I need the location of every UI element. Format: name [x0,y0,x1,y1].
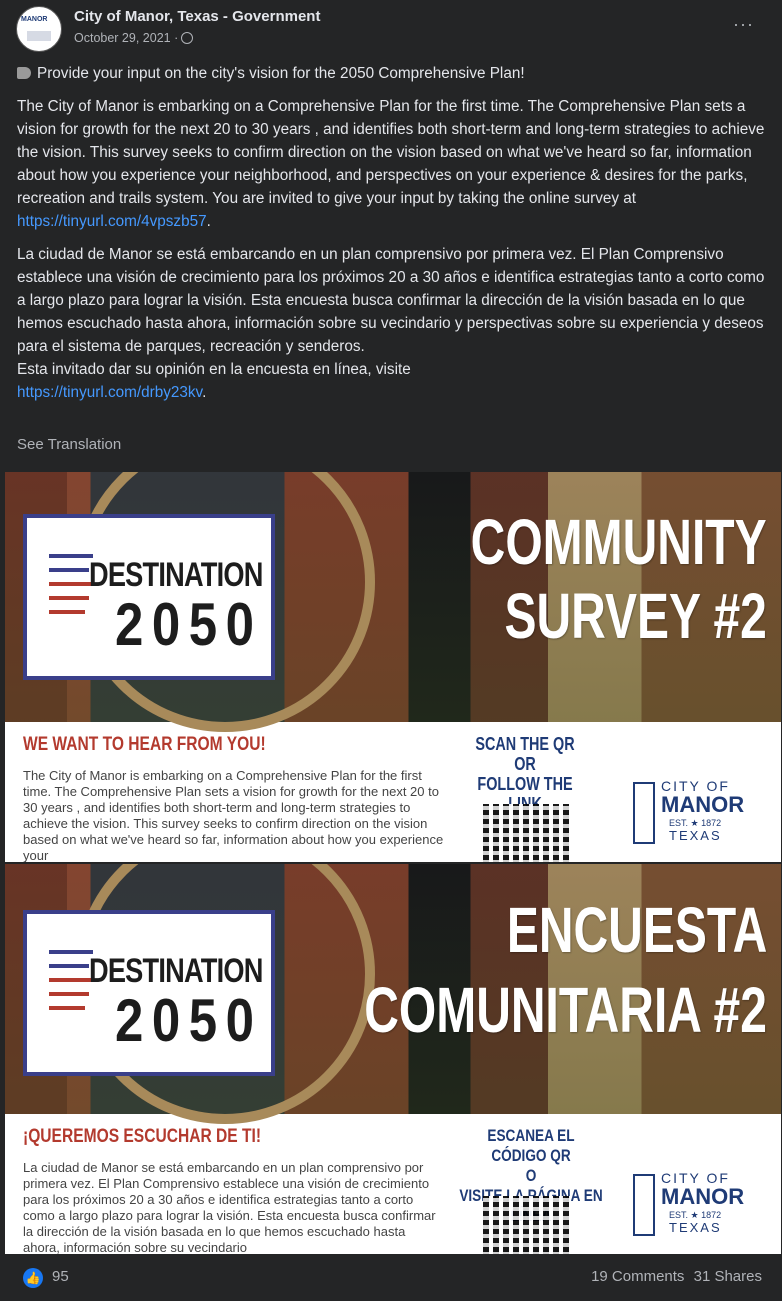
post-body: Provide your input on the city's vision … [17,62,767,414]
headline-line-2: COMUNITARIA #2 [364,974,767,1046]
qr-code-overlay [483,1196,571,1254]
want-heading: WE WANT TO HEAR FROM YOU! [23,734,266,755]
city-of-manor-logo: CITY OF MANOR EST. ★ 1872 TEXAS [633,778,753,844]
scan-line-1: ESCANEA EL CÓDIGO QR [487,1126,575,1165]
post-date-text: October 29, 2021 · [74,31,179,45]
logo-manor: MANOR [661,1184,745,1209]
post-footer: 👍 95 19 Comments 31 Shares [0,1258,782,1301]
intro-line: Provide your input on the city's vision … [17,62,767,85]
invite-spanish: Esta invitado dar su opinión en la encue… [17,361,411,401]
logo-texas: TEXAS [669,1220,722,1235]
page-name[interactable]: City of Manor, Texas - Government [74,8,320,25]
engagement-stats: 19 Comments 31 Shares [586,1268,762,1285]
logo-2050-text: 2050 [115,987,263,1054]
facebook-post: MANOR City of Manor, Texas - Government … [0,0,782,1301]
shares-count[interactable]: 31 Shares [694,1268,762,1285]
survey-link-english[interactable]: https://tinyurl.com/4vpszb57 [17,213,207,230]
headline-line-2: SURVEY #2 [504,580,767,652]
scan-line-1: SCAN THE QR [475,734,575,754]
invite-spanish-text: Esta invitado dar su opinión en la encue… [17,361,411,378]
globe-icon [181,32,194,44]
paragraph-english-text: The City of Manor is embarking on a Comp… [17,98,765,207]
info-paragraph: La ciudad de Manor se está embarcando en… [23,1160,436,1254]
comments-count[interactable]: 19 Comments [591,1268,684,1285]
post-date[interactable]: October 29, 2021 · [74,31,194,45]
reaction-count[interactable]: 95 [52,1268,69,1285]
like-reaction-icon[interactable]: 👍 [23,1268,43,1288]
headline-line-1: COMMUNITY [471,506,767,578]
post-image-spanish[interactable]: DESTINATION 2050 ENCUESTA COMUNITARIA #2… [5,864,781,1254]
headline-line-1: ENCUESTA [506,894,767,966]
more-options-button[interactable]: ··· [733,14,754,35]
logo-manor: MANOR [661,792,745,817]
info-strip: WE WANT TO HEAR FROM YOU! The City of Ma… [5,722,781,862]
qr-code-overlay [483,804,571,862]
intro-text: Provide your input on the city's vision … [37,65,525,82]
destination-2050-logo: DESTINATION 2050 [23,514,275,680]
water-tower-icon [633,782,655,844]
info-strip: ¡QUEREMOS ESCUCHAR DE TI! La ciudad de M… [5,1114,781,1254]
page-avatar[interactable]: MANOR [16,6,62,52]
paragraph-spanish-text: La ciudad de Manor se está embarcando en… [17,246,765,355]
want-heading: ¡QUEREMOS ESCUCHAR DE TI! [23,1126,262,1147]
see-translation-link[interactable]: See Translation [17,436,121,453]
scan-instructions: SCAN THE QR OR FOLLOW THE LINK [461,734,589,814]
water-tower-icon [633,1174,655,1236]
info-paragraph: The City of Manor is embarking on a Comp… [23,768,444,862]
logo-2050-text: 2050 [115,591,263,658]
avatar-logo-text: MANOR [21,16,48,23]
avatar-logo-shape [27,31,51,41]
paragraph-spanish: La ciudad de Manor se está embarcando en… [17,243,767,358]
paragraph-english: The City of Manor is embarking on a Comp… [17,98,765,230]
city-of-manor-logo: CITY OF MANOR EST. ★ 1872 TEXAS [633,1170,753,1236]
survey-link-spanish[interactable]: https://tinyurl.com/drby23kv [17,384,202,401]
logo-texas: TEXAS [669,828,722,843]
destination-2050-logo: DESTINATION 2050 [23,910,275,1076]
post-image-english[interactable]: DESTINATION 2050 COMMUNITY SURVEY #2 WE … [5,472,781,862]
scan-line-2: O [525,1166,537,1185]
post-header: MANOR City of Manor, Texas - Government … [16,6,766,54]
scan-line-2: OR [514,754,536,774]
megaphone-icon [17,67,31,79]
